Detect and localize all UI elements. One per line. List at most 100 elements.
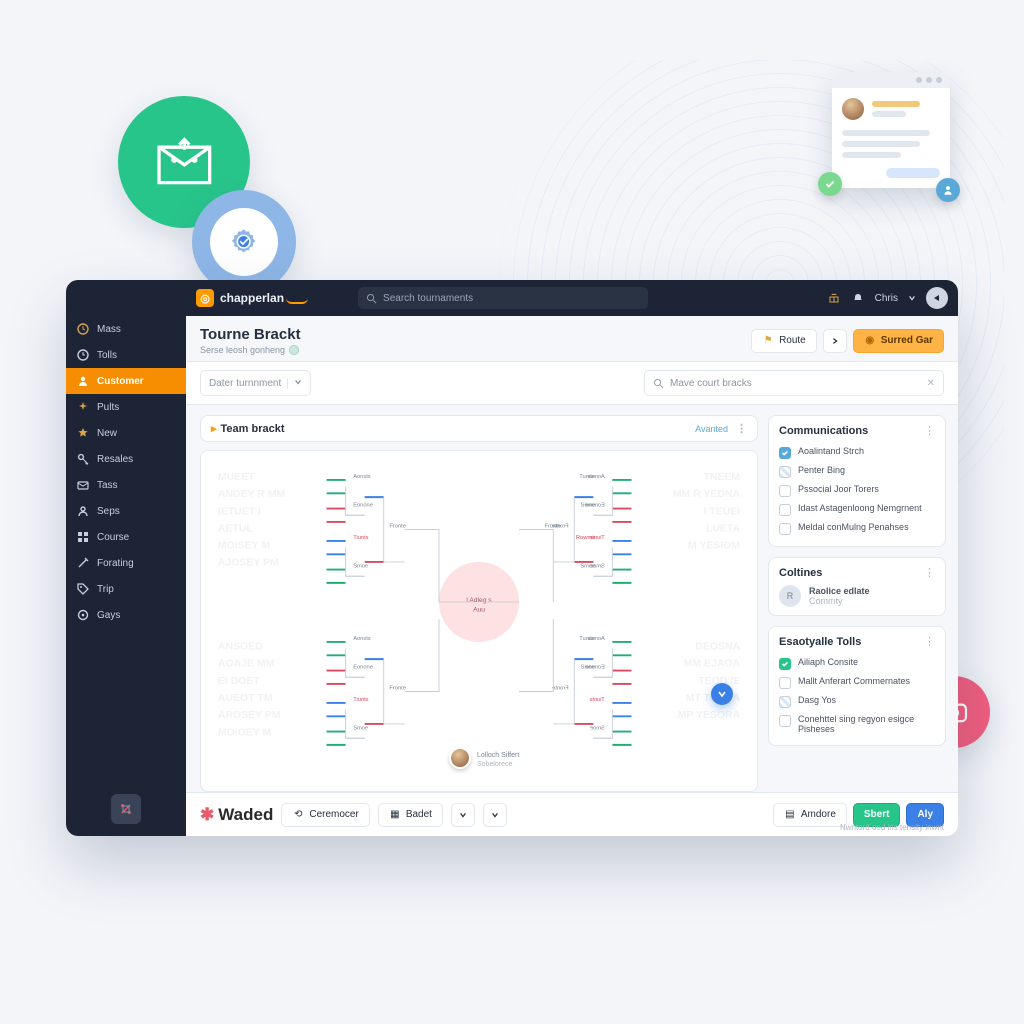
svg-text:Tunae: Tunae [579,474,595,480]
collaborator-role: Commty [809,596,870,606]
sidebar-item-resales[interactable]: Resales [66,446,186,472]
list-item-label: Idast Astagenloong Nemgrnent [798,503,922,513]
app-window: Mass TollsCustomerPults New ResalesTassSeps… [66,280,958,836]
footer-chevron-2[interactable] [483,803,507,827]
list-item[interactable]: Dasg Yos [779,692,935,711]
sidebar-item-tass[interactable]: Tass [66,472,186,498]
user-icon [76,374,90,388]
sidebar-footer-icon[interactable] [111,794,141,824]
svg-text:M YESIOM: M YESIOM [688,541,740,552]
checkbox-icon[interactable] [779,696,791,708]
checkbox-icon[interactable] [779,466,791,478]
footer-btn-3[interactable]: ▤Amdore [773,803,847,827]
brand[interactable]: ◎ chapperlan [196,289,308,307]
search-icon [366,293,377,304]
footer-btn-2[interactable]: ▦Badet [378,803,443,827]
caret-icon: ▸ [211,422,217,435]
checkbox-icon[interactable] [779,447,791,459]
layers-icon: ▤ [784,809,796,821]
more-icon[interactable]: ⋮ [924,424,935,437]
more-icon[interactable]: ⋮ [924,635,935,648]
check-badge [818,172,842,196]
list-item[interactable]: Penter Bing [779,462,935,481]
more-icon[interactable]: ⋮ [736,422,747,435]
sidebar-item-gays[interactable]: Gays [66,602,186,628]
topbar-gift-icon[interactable] [827,291,841,305]
svg-text:Tiunts: Tiunts [353,535,368,541]
svg-text:Tunae: Tunae [579,636,595,642]
topbar-bell-icon[interactable] [851,291,865,305]
sidebar-item-label: Mass [97,324,121,335]
svg-text:Sione: Sione [581,503,596,509]
sidebar-item-trip[interactable]: Trip [66,576,186,602]
list-item[interactable]: Ailiaph Consite [779,654,935,673]
circle-icon [76,608,90,622]
topbar-avatar[interactable] [926,287,948,309]
checkbox-icon[interactable] [779,485,791,497]
checkbox-icon[interactable] [779,504,791,516]
header-primary-button[interactable]: ◉ Surred Gar [853,329,944,353]
sidebar-item-forating[interactable]: Forating [66,550,186,576]
sidebar-item-course[interactable]: Course [66,524,186,550]
chevron-down-icon[interactable] [908,294,916,302]
star-icon [76,426,90,440]
sidebar-item-label: New [97,428,117,439]
sidebar-item-mass[interactable]: Mass [66,316,186,342]
svg-text:MOISEY M: MOISEY M [218,541,270,552]
list-item[interactable]: Meldal conMulng Penahses [779,519,935,538]
sidebar: Mass TollsCustomerPults New ResalesTassSeps… [66,280,186,836]
list-item[interactable]: Pssocial Joor Torers [779,481,935,500]
bracket-avatar[interactable] [449,747,471,769]
coltines-title: Coltines [779,567,822,579]
sidebar-item-pults[interactable]: Pults [66,394,186,420]
svg-text:Sione: Sione [581,665,596,671]
sidebar-item-new[interactable]: New [66,420,186,446]
collaborator-avatar[interactable]: R [779,585,801,607]
toolbar-filter-select[interactable]: Dater turnnment [200,370,311,396]
header-next-button[interactable] [823,329,847,353]
bolt-icon [76,322,90,336]
svg-text:IETUET I: IETUET I [218,506,261,517]
spark-icon [76,400,90,414]
list-item[interactable]: Idast Astagenloong Nemgrnent [779,500,935,519]
bracket-fab-check[interactable] [711,683,733,705]
list-item[interactable]: Aoalintand Strch [779,443,935,462]
coltines-panel: Coltines⋮ R Raolice edlate Commty [768,557,946,616]
checkbox-icon[interactable] [779,715,791,727]
footer-btn-1[interactable]: ⟲Ceremocer [281,803,369,827]
svg-text:TNEEM: TNEEM [703,472,740,483]
bracket-canvas[interactable]: MUEETANDEY R MMIETUET IAETULMOISEY MAJOS… [200,450,758,792]
list-item[interactable]: Mallt Anferart Commernates [779,673,935,692]
hero-profile-card [832,72,950,188]
clear-icon[interactable]: ✕ [927,378,935,389]
clock-icon [76,348,90,362]
bracket-panel-title: Team brackt [221,423,285,435]
status-dot-icon [289,345,299,355]
checkbox-icon[interactable] [779,677,791,689]
checkbox-icon[interactable] [779,523,791,535]
topbar-user-label[interactable]: Chris [875,293,898,304]
sidebar-item-label: Forating [97,558,134,569]
topbar-search[interactable]: Search tournaments [358,287,648,309]
chevron-down-icon [491,811,499,819]
more-icon[interactable]: ⋮ [924,566,935,579]
communications-panel: Communications⋮ Aoalintand StrchPenter B… [768,415,946,547]
svg-text:Aonsts: Aonsts [353,474,371,480]
svg-text:AOAJE MM: AOAJE MM [218,659,275,670]
svg-text:El DOET: El DOET [218,676,260,687]
sidebar-item-customer[interactable]: Customer [66,368,186,394]
footer-chevron-1[interactable] [451,803,475,827]
checkbox-icon[interactable] [779,658,791,670]
footer: ✱Waded ⟲Ceremocer ▦Badet ▤Amdore Sbert A… [186,792,958,836]
list-item[interactable]: Conehttel sing regyon esigce Pisheses [779,711,935,737]
sidebar-item-seps[interactable]: Seps [66,498,186,524]
tools-panel: Esaotyalle Tolls⋮ Ailiaph ConsiteMallt A… [768,626,946,746]
footer-brand[interactable]: ✱Waded [200,805,273,825]
page-title: Tourne Brackt [200,326,301,343]
sidebar-item-tolls[interactable]: Tolls [66,342,186,368]
bracket-final-label: l Adleg s [466,597,492,604]
chevron-down-icon [459,811,467,819]
toolbar-search[interactable]: Mave court bracks ✕ [644,370,944,396]
header-action-button[interactable]: ⚑ Route [751,329,817,353]
refresh-icon: ⟲ [292,809,304,821]
